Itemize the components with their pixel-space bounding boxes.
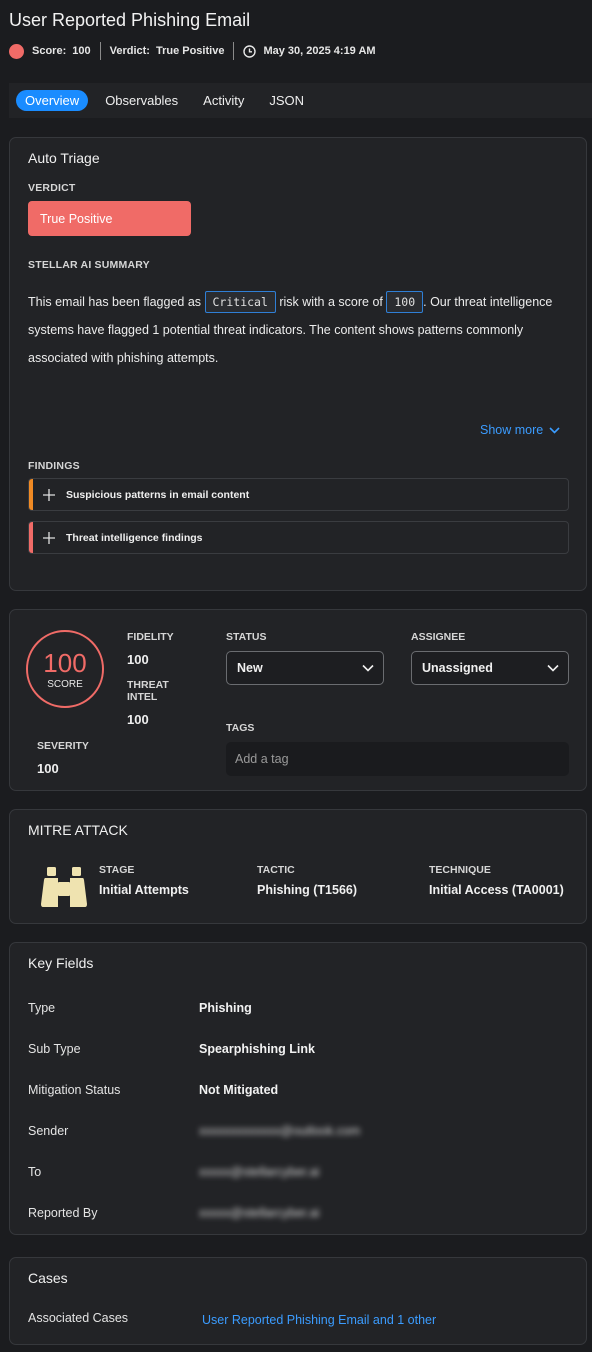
- show-more-link[interactable]: Show more: [480, 423, 560, 437]
- mitre-tactic: TACTIC Phishing (T1566): [257, 864, 357, 897]
- finding-item[interactable]: Suspicious patterns in email content: [28, 478, 569, 511]
- mitre-title: MITRE ATTACK: [28, 822, 128, 838]
- ai-summary-text: This email has been flagged as Critical …: [28, 288, 573, 372]
- verdict-value: True Positive: [155, 45, 225, 57]
- mitre-stage: STAGE Initial Attempts: [99, 864, 189, 897]
- cases-card: Cases Associated Cases User Reported Phi…: [9, 1257, 587, 1345]
- status-select[interactable]: New: [226, 651, 384, 685]
- threat-intel-label-line: THREAT: [127, 679, 169, 691]
- score-gauge: 100 SCORE: [26, 630, 104, 708]
- finding-label: Threat intelligence findings: [66, 531, 203, 544]
- fidelity-label: FIDELITY: [127, 631, 174, 643]
- finding-label: Suspicious patterns in email content: [66, 488, 250, 501]
- tactic-value: Phishing (T1566): [257, 883, 358, 897]
- key-field-row: Type Phishing: [28, 1001, 568, 1017]
- tags-label: TAGS: [226, 722, 255, 734]
- key-field-row: Sub Type Spearphishing Link: [28, 1042, 568, 1058]
- key-field-row: Sender xxxxxxxxxxxxx@outlook.com: [28, 1124, 568, 1140]
- tab-overview[interactable]: Overview: [16, 90, 89, 111]
- plus-icon: [43, 488, 55, 501]
- stage-label: STAGE: [99, 864, 135, 876]
- technique-value: Initial Access (TA0001): [429, 883, 564, 897]
- timestamp: May 30, 2025 4:19 AM: [263, 45, 376, 57]
- summary-text: This email has been flagged as: [28, 295, 205, 309]
- tactic-label: TACTIC: [257, 864, 295, 876]
- findings-label: FINDINGS: [28, 460, 80, 472]
- assignee-label: ASSIGNEE: [411, 631, 466, 643]
- verdict-label: Verdict:: [109, 45, 150, 57]
- severity-value: 100: [37, 761, 59, 776]
- field-key: Sender: [28, 1124, 69, 1138]
- score-status-card: 100 SCORE FIDELITY 100 THREAT INTEL 100 …: [9, 609, 587, 791]
- score-label: Score:: [32, 45, 67, 57]
- auto-triage-card: Auto Triage VERDICT True Positive STELLA…: [9, 137, 587, 591]
- key-fields-card: Key Fields Type Phishing Sub Type Spearp…: [9, 942, 587, 1235]
- verdict-section-label: VERDICT: [28, 182, 76, 194]
- summary-text: risk with a score of: [275, 295, 387, 309]
- score-value: 100: [72, 45, 91, 57]
- field-value: Phishing: [199, 1001, 252, 1015]
- auto-triage-title: Auto Triage: [28, 150, 100, 166]
- alert-meta: Score: 100 Verdict: True Positive May 30…: [9, 41, 376, 61]
- clock-icon: [243, 44, 257, 58]
- threat-intel-value: 100: [127, 712, 149, 727]
- assignee-value: Unassigned: [422, 661, 493, 675]
- associated-cases-row: Associated Cases User Reported Phishing …: [28, 1311, 568, 1327]
- severity-bar: [29, 479, 33, 510]
- field-value: Spearphishing Link: [199, 1042, 315, 1056]
- associated-cases-label: Associated Cases: [28, 1311, 129, 1325]
- assignee-select[interactable]: Unassigned: [411, 651, 569, 685]
- field-key: To: [28, 1165, 42, 1179]
- risk-level-chip: Critical: [204, 291, 276, 313]
- ai-summary-label: STELLAR AI SUMMARY: [28, 259, 150, 271]
- show-more-label: Show more: [480, 423, 544, 437]
- tab-bar: Overview Observables Activity JSON: [9, 83, 592, 118]
- field-key: Mitigation Status: [28, 1083, 121, 1097]
- technique-label: TECHNIQUE: [429, 864, 491, 876]
- associated-cases-link[interactable]: User Reported Phishing Email and 1 other: [202, 1313, 436, 1327]
- tab-observables[interactable]: Observables: [105, 93, 178, 108]
- severity-bar: [29, 522, 33, 553]
- tab-json[interactable]: JSON: [269, 93, 304, 108]
- status-value: New: [237, 661, 263, 675]
- divider: [99, 42, 101, 60]
- stage-value: Initial Attempts: [99, 883, 189, 897]
- field-value-redacted: xxxxxxxxxxxxx@outlook.com: [199, 1124, 361, 1138]
- field-value-redacted: xxxxx@stellarcyber.ai: [199, 1165, 320, 1179]
- field-key: Type: [28, 1001, 56, 1015]
- divider: [233, 42, 235, 60]
- page-title: User Reported Phishing Email: [9, 10, 251, 30]
- tag-input[interactable]: [226, 742, 569, 776]
- status-label: STATUS: [226, 631, 267, 643]
- chevron-down-icon: [362, 664, 374, 672]
- tab-activity[interactable]: Activity: [203, 93, 244, 108]
- score-indicator-icon: [9, 43, 24, 59]
- chevron-down-icon: [549, 426, 560, 434]
- mitre-attack-card: MITRE ATTACK STAGE Initial Attempts TACT…: [9, 809, 587, 924]
- key-fields-title: Key Fields: [28, 955, 94, 971]
- finding-item[interactable]: Threat intelligence findings: [28, 521, 569, 554]
- field-key: Sub Type: [28, 1042, 81, 1056]
- key-field-row: Mitigation Status Not Mitigated: [28, 1083, 568, 1099]
- chevron-down-icon: [547, 664, 559, 672]
- threat-intel-label: THREAT INTEL: [127, 679, 169, 703]
- score-caption: SCORE: [47, 678, 83, 690]
- severity-label: SEVERITY: [37, 740, 89, 752]
- plus-icon: [43, 531, 55, 544]
- field-key: Reported By: [28, 1206, 98, 1220]
- threat-intel-label-line: INTEL: [127, 691, 158, 703]
- score-chip: 100: [386, 291, 424, 313]
- key-field-row: To xxxxx@stellarcyber.ai: [28, 1165, 568, 1181]
- mitre-technique: TECHNIQUE Initial Access (TA0001): [429, 864, 564, 897]
- verdict-badge: True Positive: [28, 201, 191, 236]
- score-number: 100: [43, 647, 87, 678]
- binoculars-icon: [40, 865, 88, 909]
- field-value-redacted: xxxxx@stellarcyber.ai: [199, 1206, 320, 1220]
- key-field-row: Reported By xxxxx@stellarcyber.ai: [28, 1206, 568, 1222]
- cases-title: Cases: [28, 1270, 68, 1286]
- fidelity-value: 100: [127, 652, 149, 667]
- field-value: Not Mitigated: [199, 1083, 279, 1097]
